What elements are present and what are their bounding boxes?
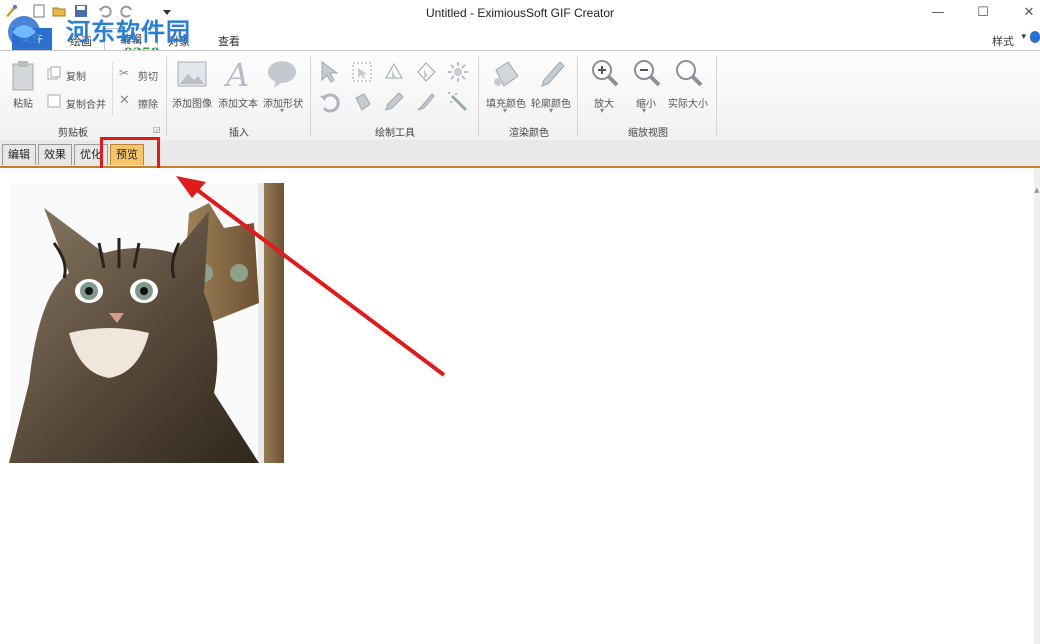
spray-icon[interactable] [446,90,470,117]
outline-color-icon[interactable] [536,58,568,93]
cut-button[interactable]: 剪切 [138,68,158,83]
add-image-button[interactable]: 添加图像 [172,95,212,110]
add-shape-dropdown-icon[interactable]: ▾ [280,106,284,115]
copy-merge-button[interactable]: 复制合并 [66,96,106,111]
style-dropdown-icon[interactable]: ▾ [1021,32,1026,42]
erase-icon: ✕ [119,93,130,108]
add-shape-icon[interactable] [266,58,298,93]
zoom-in-dropdown-icon[interactable]: ▾ [600,106,604,115]
close-button[interactable]: ✕ [1006,2,1040,24]
add-text-button[interactable]: 添加文本 [218,95,258,110]
rotate-select-icon[interactable] [414,60,438,87]
scroll-up-icon[interactable]: ▲ [1034,186,1039,194]
minimize-button[interactable]: — [915,2,961,24]
doc-tab-effects[interactable]: 效果 [38,144,72,165]
group-separator [310,56,311,136]
vertical-scrollbar[interactable] [1034,168,1040,644]
preview-gif-frame [9,183,284,463]
actual-size-button[interactable]: 实际大小 [668,95,708,110]
fill-color-dropdown-icon[interactable]: ▾ [503,106,507,115]
watermark-logo-icon [4,14,44,50]
magic-wand-icon[interactable] [446,60,470,87]
style-menu[interactable]: 样式 [992,33,1014,49]
actual-size-icon[interactable] [674,58,704,93]
select-pointer-icon[interactable] [318,60,342,87]
rotate-icon[interactable] [318,90,342,117]
zoom-in-icon[interactable] [590,58,620,93]
help-icon[interactable] [1030,31,1040,43]
paste-button[interactable]: 粘贴 [13,95,33,110]
copy-merge-icon [47,94,61,111]
erase-button[interactable]: 擦除 [138,96,158,111]
fill-color-icon[interactable] [490,58,522,93]
transform-icon[interactable] [350,60,374,87]
divider [112,62,113,116]
copy-button[interactable]: 复制 [66,68,86,83]
brush-icon[interactable] [414,90,438,117]
group-draw-tools-label: 绘制工具 [375,128,415,139]
pencil-icon[interactable] [382,90,406,117]
add-text-icon[interactable]: A [222,56,254,94]
maximize-button[interactable]: ☐ [960,2,1006,24]
doc-tab-edit[interactable]: 编辑 [2,144,36,165]
group-zoom-view-label: 缩放视图 [628,128,668,139]
group-clipboard-label: 剪贴板 [58,128,88,139]
paste-icon[interactable] [10,60,36,95]
paint-bucket-icon[interactable] [350,90,374,117]
group-separator [716,56,717,136]
zoom-out-icon[interactable] [632,58,662,93]
node-edit-icon[interactable] [382,60,406,87]
copy-icon [47,66,61,83]
add-image-icon[interactable] [176,58,208,93]
tab-view[interactable]: 查看 [218,33,240,49]
zoom-out-dropdown-icon[interactable]: ▾ [642,106,646,115]
dialog-launcher-icon[interactable]: ◲ [153,125,161,134]
group-separator [478,56,479,136]
group-insert-label: 插入 [229,128,249,139]
cut-icon: ✂ [119,66,130,80]
group-separator [166,56,167,136]
watermark-brand: 河东软件园 [66,17,191,46]
group-separator [577,56,578,136]
svg-text:A: A [223,56,249,90]
group-render-color-label: 渲染颜色 [509,128,549,139]
outline-color-dropdown-icon[interactable]: ▾ [549,106,553,115]
